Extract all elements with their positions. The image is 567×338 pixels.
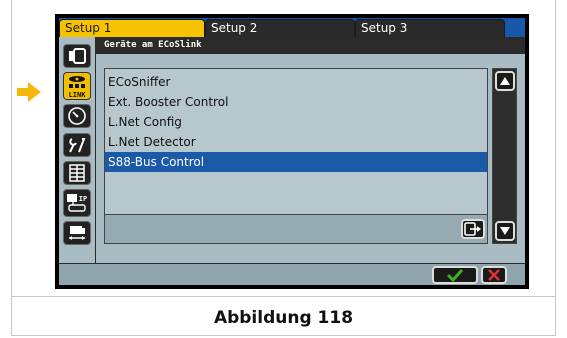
link-icon[interactable]: LINK: [63, 72, 91, 100]
tab-bar: Setup 1 Setup 2 Setup 3: [59, 18, 525, 37]
device-screen-bezel: Setup 1 Setup 2 Setup 3 LINK IP Geräte a…: [55, 14, 529, 289]
list-item-lnet-detector[interactable]: L.Net Detector: [105, 132, 487, 152]
page-header: Geräte am ECoSlink: [96, 37, 525, 54]
action-bar: [59, 263, 525, 285]
device-icon[interactable]: [63, 44, 91, 68]
ok-button[interactable]: [432, 266, 478, 284]
cancel-button[interactable]: [481, 266, 507, 284]
export-icon: [464, 222, 481, 236]
scroll-up-button[interactable]: [495, 71, 515, 91]
list-footer: [104, 214, 488, 244]
screen: Setup 1 Setup 2 Setup 3 LINK IP Geräte a…: [59, 18, 525, 285]
tools-icon[interactable]: [63, 133, 91, 157]
close-icon: [488, 269, 500, 281]
tab-setup-3[interactable]: Setup 3: [355, 19, 505, 37]
tab-setup-1[interactable]: Setup 1: [59, 19, 205, 37]
list-item-ext-booster-control[interactable]: Ext. Booster Control: [105, 92, 487, 112]
figure-caption: Abbildung 118: [213, 308, 354, 328]
gauge-icon[interactable]: [63, 104, 91, 128]
svg-text:LINK: LINK: [69, 91, 87, 98]
pointer-arrow-icon: [17, 82, 41, 102]
open-device-button[interactable]: [461, 219, 485, 239]
device-list[interactable]: ECoSniffer Ext. Booster Control L.Net Co…: [104, 68, 488, 232]
figure-divider: [11, 296, 556, 297]
sidebar: LINK IP: [59, 37, 96, 263]
scroll-down-button[interactable]: [495, 221, 515, 241]
checkmark-icon: [446, 268, 464, 282]
tab-setup-2[interactable]: Setup 2: [205, 19, 355, 37]
list-icon[interactable]: [63, 161, 91, 185]
triangle-up-icon: [500, 77, 510, 85]
list-item-lnet-config[interactable]: L.Net Config: [105, 112, 487, 132]
list-item-ecosniffer[interactable]: ECoSniffer: [105, 72, 487, 92]
svg-text:IP: IP: [79, 195, 87, 203]
scrollbar[interactable]: [492, 68, 517, 244]
ip-network-icon[interactable]: IP: [63, 189, 91, 217]
list-item-s88-bus-control[interactable]: S88-Bus Control: [105, 152, 487, 172]
triangle-down-icon: [500, 227, 510, 235]
page-title: Geräte am ECoSlink: [104, 40, 202, 50]
track-icon[interactable]: [63, 221, 91, 245]
